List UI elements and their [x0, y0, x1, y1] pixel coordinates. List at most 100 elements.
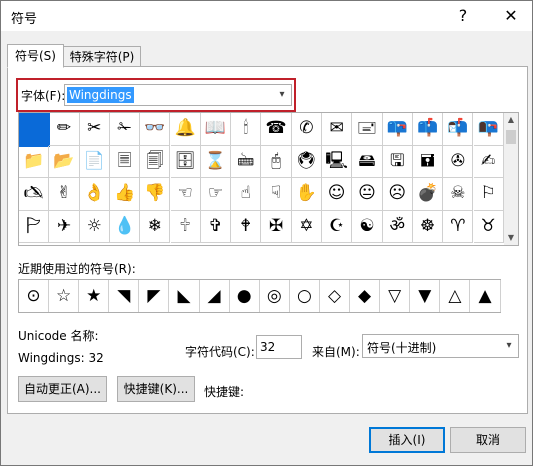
- symbol-cell[interactable]: 💣: [412, 178, 444, 211]
- symbol-cell[interactable]: ☝: [231, 178, 262, 211]
- from-select[interactable]: 符号(十进制) ▾: [362, 334, 519, 358]
- cancel-button[interactable]: 取消: [450, 427, 526, 453]
- symbol-cell[interactable]: 🗏: [109, 145, 141, 179]
- symbol-cell[interactable]: ♈: [443, 210, 474, 244]
- symbol-cell[interactable]: ✈: [49, 210, 80, 244]
- symbol-cell[interactable]: 📫: [412, 113, 444, 146]
- symbol-cell[interactable]: ☠: [443, 178, 474, 211]
- symbol-cell[interactable]: ✍: [473, 145, 504, 179]
- symbol-cell[interactable]: 💧: [109, 210, 141, 244]
- symbol-cell[interactable]: ❄: [140, 210, 171, 244]
- symbol-cell[interactable]: 📬: [443, 113, 474, 146]
- chevron-down-icon[interactable]: ▾: [272, 85, 291, 105]
- recent-symbol-cell[interactable]: ◢: [200, 280, 230, 312]
- symbol-cell[interactable]: [19, 113, 51, 147]
- recent-symbol-cell[interactable]: △: [440, 280, 471, 312]
- symbol-cell[interactable]: 🖮: [231, 145, 262, 179]
- symbol-cell[interactable]: ☟: [261, 178, 292, 211]
- recent-symbol-cell[interactable]: ◣: [170, 280, 200, 312]
- symbol-cell[interactable]: ✁: [109, 113, 141, 146]
- symbol-cell[interactable]: ☼: [79, 210, 110, 244]
- symbol-cell[interactable]: 📄: [79, 145, 110, 179]
- symbol-cell[interactable]: 🕆: [170, 210, 201, 244]
- symbol-cell[interactable]: 🖎: [19, 178, 50, 211]
- chevron-down-icon[interactable]: ▾: [500, 335, 518, 357]
- symbol-cell[interactable]: 📂: [49, 145, 80, 179]
- symbol-grid-scrollbar[interactable]: ▲ ▼: [504, 112, 519, 246]
- symbol-cell[interactable]: 😐: [352, 178, 383, 211]
- symbol-cell[interactable]: ✆: [291, 113, 322, 146]
- symbol-cell[interactable]: ✏: [49, 113, 80, 146]
- tab-symbols[interactable]: 符号(S): [7, 44, 64, 68]
- recent-symbol-cell[interactable]: ▲: [471, 280, 501, 312]
- symbol-cell[interactable]: 📁: [19, 145, 50, 179]
- symbol-cell[interactable]: 🖫: [382, 145, 413, 179]
- symbol-cell[interactable]: ☞: [200, 178, 232, 211]
- symbol-cell[interactable]: 🖰: [261, 145, 292, 179]
- close-button[interactable]: ✕: [491, 1, 531, 31]
- recent-symbol-cell[interactable]: ▼: [410, 280, 441, 312]
- symbol-cell[interactable]: ☎: [261, 113, 292, 146]
- recent-symbol-cell[interactable]: ▽: [380, 280, 411, 312]
- symbol-cell[interactable]: ☯: [352, 210, 383, 244]
- symbol-cell[interactable]: 🗄: [170, 145, 201, 179]
- recent-symbol-cell[interactable]: ◎: [260, 280, 290, 312]
- recent-symbol-cell[interactable]: ◆: [350, 280, 381, 312]
- symbol-cell[interactable]: 👌: [79, 178, 110, 211]
- symbol-cell[interactable]: 📭: [473, 113, 504, 146]
- symbol-cell[interactable]: ✡: [291, 210, 322, 244]
- symbol-cell[interactable]: ☺: [322, 178, 353, 211]
- symbol-cell[interactable]: 👎: [140, 178, 171, 211]
- symbol-cell[interactable]: 📪: [382, 113, 413, 146]
- symbol-cell[interactable]: 🗐: [140, 145, 171, 179]
- help-button[interactable]: ?: [443, 1, 483, 31]
- recent-symbol-cell[interactable]: ●: [230, 280, 260, 312]
- symbol-cell[interactable]: ⌛: [200, 145, 232, 179]
- symbol-cell[interactable]: ⚐: [473, 178, 504, 211]
- scroll-up-icon[interactable]: ▲: [504, 113, 518, 127]
- symbol-cell[interactable]: ✠: [261, 210, 292, 244]
- symbol-cell[interactable]: 🔔: [170, 113, 201, 146]
- scroll-down-icon[interactable]: ▼: [504, 231, 518, 245]
- symbol-cell[interactable]: 🕯: [231, 113, 262, 146]
- recent-symbol-cell[interactable]: ◇: [320, 280, 350, 312]
- symbol-cell[interactable]: ॐ: [382, 210, 413, 244]
- symbol-cell[interactable]: 🖲: [291, 145, 322, 179]
- recent-symbol-cell[interactable]: ⊙: [19, 280, 49, 312]
- symbol-cell[interactable]: 📖: [200, 113, 232, 146]
- symbol-cell[interactable]: ♉: [473, 210, 504, 244]
- symbol-cell[interactable]: 🖬: [412, 145, 444, 179]
- symbol-cell[interactable]: 🕈: [231, 210, 262, 244]
- symbol-cell[interactable]: 👍: [109, 178, 141, 211]
- recent-symbol-cell[interactable]: ★: [79, 280, 110, 312]
- recent-symbol-cell[interactable]: ☆: [49, 280, 80, 312]
- symbol-cell[interactable]: ☪: [322, 210, 353, 244]
- symbol-cell[interactable]: ☜: [170, 178, 201, 211]
- symbol-cell[interactable]: 🏱: [19, 210, 50, 244]
- insert-button[interactable]: 插入(I): [369, 427, 445, 453]
- symbol-cell[interactable]: 🖴: [352, 145, 383, 179]
- symbol-cell[interactable]: 🖳: [322, 145, 353, 179]
- symbol-cell[interactable]: 👓: [140, 113, 171, 146]
- tab-special-characters[interactable]: 特殊字符(P): [63, 46, 141, 68]
- symbol-cell[interactable]: ✇: [443, 145, 474, 179]
- recent-symbol-cell[interactable]: ◥: [109, 280, 140, 312]
- symbol-cell[interactable]: ✋: [291, 178, 322, 211]
- symbol-grid: ✏ ✂ ✁ 👓 🔔 📖 🕯 ☎ ✆ ✉ 🖃 📪 📫 📬 📭 📁 📂 📄 🗏 🗐 🗄 ⌛ 🖮 🖰 🖲 🖳 🖴 🖫 🖬 ✇ ✍ 🖎 ✌ 👌 👍 👎 ☜ ☞ ☝ ☟…: [18, 112, 506, 246]
- symbol-cell[interactable]: ✉: [322, 113, 353, 146]
- symbol-cell[interactable]: ✂: [79, 113, 110, 146]
- autocorrect-button[interactable]: 自动更正(A)...: [18, 376, 107, 402]
- recent-symbol-cell[interactable]: ◤: [139, 280, 170, 312]
- font-select[interactable]: Wingdings ▾: [64, 84, 292, 106]
- symbol-cell[interactable]: ✞: [200, 210, 232, 244]
- title-bar: 符号 ? ✕: [1, 1, 532, 31]
- window-title: 符号: [11, 12, 38, 27]
- scroll-thumb[interactable]: [506, 130, 516, 144]
- symbol-cell[interactable]: ✌: [49, 178, 80, 211]
- symbol-cell[interactable]: ☹: [382, 178, 413, 211]
- recent-symbol-cell[interactable]: ○: [290, 280, 320, 312]
- shortcut-key-button[interactable]: 快捷键(K)...: [117, 376, 195, 402]
- char-code-input[interactable]: 32: [256, 335, 302, 359]
- symbol-cell[interactable]: 🖃: [352, 113, 383, 146]
- symbol-cell[interactable]: ☸: [412, 210, 444, 244]
